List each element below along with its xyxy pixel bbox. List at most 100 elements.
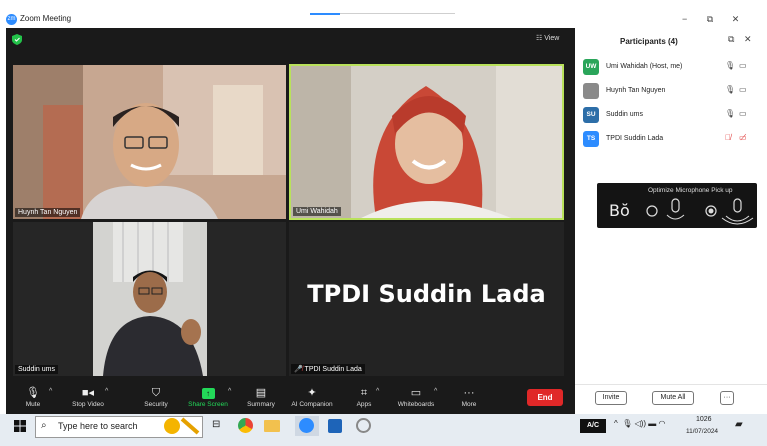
muted-mic-icon: 🎤̸ (294, 366, 303, 373)
participant-name: Umi Wahidah (Host, me) (606, 63, 683, 70)
tile-name-umi: Umi Wahidah (293, 207, 341, 216)
avatar: SU (583, 107, 599, 123)
share-screen-icon: ↑ (184, 386, 232, 401)
video-tile-umi[interactable]: Umi Wahidah (289, 64, 564, 220)
summary-label: Summary (247, 401, 275, 408)
whiteboards-label: Whiteboards (397, 401, 435, 408)
brand-logo-icon: Bŏ (609, 201, 630, 220)
ai-companion-button[interactable]: ✦ AI Companion (288, 386, 336, 412)
video-options-caret[interactable]: ^ (105, 388, 108, 395)
camera-off-icon[interactable]: ▭̸ (739, 133, 747, 142)
mic-on-icon[interactable]: 🎙 (725, 85, 735, 94)
popout-icon[interactable]: ⧉ (728, 34, 734, 45)
mute-options-caret[interactable]: ^ (49, 388, 52, 395)
window-title: Zoom Meeting (20, 14, 72, 23)
mic-card-title: Optimize Microphone Pick up (648, 187, 733, 194)
mute-all-button[interactable]: Mute All (652, 391, 694, 405)
tile-name-huynh: Huynh Tan Nguyen (15, 208, 81, 217)
share-options-caret[interactable]: ^ (228, 388, 231, 395)
share-screen-button[interactable]: ↑ Share Screen (184, 386, 232, 412)
search-placeholder: Type here to search (58, 421, 138, 431)
view-label: View (544, 35, 560, 42)
more-button[interactable]: ··· More (458, 386, 480, 412)
radio-off-icon (646, 205, 658, 217)
participant-row[interactable]: UW Umi Wahidah (Host, me) 🎙 ▭ (583, 59, 763, 75)
windows-start-icon[interactable] (14, 420, 26, 432)
video-camera-icon: ■◂ (81, 387, 95, 399)
title-accent-bar (310, 13, 340, 15)
stop-video-button[interactable]: ■◂ Stop Video (66, 386, 110, 412)
participant-name: Suddin ums (606, 111, 643, 118)
participant-row[interactable]: TS TPDI Suddin Lada 🎙̸ ▭̸ (583, 131, 763, 147)
participant-video-umi (291, 66, 562, 218)
avatar: UW (583, 59, 599, 75)
participant-name: TPDI Suddin Lada (606, 135, 664, 142)
zoom-taskbar-icon[interactable] (299, 418, 314, 433)
whiteboards-button[interactable]: ▭ Whiteboards (394, 386, 438, 412)
video-tile-huynh[interactable]: Huynh Tan Nguyen (13, 65, 286, 219)
share-screen-label: Share Screen (188, 401, 228, 408)
tile-name-tpdi-label: TPDI Suddin Lada (304, 366, 362, 373)
title-bar (0, 0, 575, 28)
tile-name-tpdi: 🎤̸ TPDI Suddin Lada (291, 364, 365, 374)
apps-icon: ⌗ (360, 387, 368, 399)
apps-options-caret[interactable]: ^ (376, 388, 379, 395)
word-icon[interactable] (328, 419, 342, 433)
search-icon: ⌕ (41, 420, 47, 431)
camera-app-icon[interactable] (356, 418, 371, 433)
video-tile-suddin[interactable]: Suddin ums (13, 222, 286, 376)
window-controls: − ⧉ ✕ (682, 14, 739, 25)
panel-divider (575, 384, 767, 385)
apps-label: Apps (356, 401, 372, 408)
search-highlight-icon (164, 417, 200, 435)
invite-button[interactable]: Invite (595, 391, 627, 405)
zoom-app-icon: zm (6, 14, 17, 25)
file-explorer-icon[interactable] (264, 420, 280, 432)
grid-icon: ☷ (536, 35, 543, 42)
stop-video-label: Stop Video (72, 401, 104, 408)
clock-date[interactable]: 11/07/2024 (686, 428, 718, 435)
mic-on-icon[interactable]: 🎙 (725, 61, 735, 70)
avatar: TS (583, 131, 599, 147)
video-tile-tpdi[interactable]: TPDI Suddin Lada 🎤̸ TPDI Suddin Lada (289, 222, 564, 376)
panel-more-button[interactable]: ··· (720, 391, 734, 405)
notifications-icon[interactable]: ▰ (735, 419, 743, 430)
tile-name-suddin: Suddin ums (15, 365, 58, 374)
camera-icon[interactable]: ▭ (739, 109, 747, 118)
participant-name: Huynh Tan Nguyen (606, 87, 666, 94)
chrome-icon[interactable] (238, 418, 253, 433)
summary-button[interactable]: ▤ Summary (243, 386, 279, 412)
apps-button[interactable]: ⌗ Apps (352, 386, 376, 412)
whiteboards-options-caret[interactable]: ^ (434, 388, 437, 395)
ac-indicator[interactable]: A/C (580, 419, 606, 433)
more-dots-icon: ··· (463, 387, 475, 399)
mute-button[interactable]: 🎙 Mute (20, 386, 46, 412)
close-panel-icon[interactable]: ✕ (744, 34, 752, 45)
task-view-icon[interactable]: ⊟ (212, 419, 220, 430)
close-window-button[interactable]: ✕ (732, 14, 740, 24)
shield-icon[interactable] (12, 34, 22, 45)
security-shield-icon: ⛉ (151, 387, 161, 399)
mic-muted-icon[interactable]: 🎙̸ (725, 133, 731, 142)
summary-document-icon: ▤ (255, 387, 267, 399)
participant-video-huynh (13, 65, 286, 219)
system-tray-icons[interactable]: ^ 🎙 ◁)) ▬ ◠ (614, 419, 665, 428)
whiteboard-icon: ▭ (410, 387, 422, 399)
mic-on-icon[interactable]: 🎙 (725, 109, 735, 118)
camera-icon[interactable]: ▭ (739, 61, 747, 70)
security-button[interactable]: ⛉ Security (140, 386, 172, 412)
camera-icon[interactable]: ▭ (739, 85, 747, 94)
more-label: More (461, 401, 477, 408)
minimize-button[interactable]: − (682, 14, 687, 24)
ai-companion-label: AI Companion (291, 401, 333, 408)
avatar (583, 83, 599, 99)
clock-time[interactable]: 1026 (696, 416, 712, 423)
title-divider (340, 13, 455, 14)
restore-button[interactable]: ⧉ (707, 14, 713, 24)
security-label: Security (144, 401, 168, 408)
end-meeting-button[interactable]: End (527, 389, 563, 406)
view-button[interactable]: ☷ View (536, 34, 559, 42)
participant-row[interactable]: Huynh Tan Nguyen 🎙 ▭ (583, 83, 763, 99)
sparkle-icon: ✦ (307, 387, 317, 399)
participant-row[interactable]: SU Suddin ums 🎙 ▭ (583, 107, 763, 123)
